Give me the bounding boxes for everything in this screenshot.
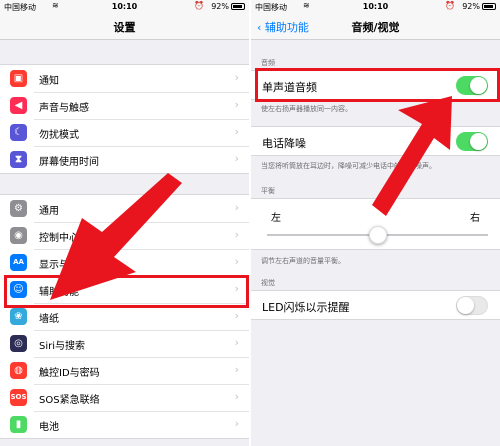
nav-bar: ‹ 辅助功能 音频/视觉: [251, 14, 500, 40]
chevron-right-icon: ›: [234, 309, 239, 322]
settings-item[interactable]: ⧗ 屏幕使用时间 ›: [0, 146, 249, 173]
led-flash-toggle[interactable]: [456, 296, 488, 315]
chevron-right-icon: ›: [234, 255, 239, 268]
toggles-icon: ◉: [10, 227, 27, 244]
nav-bar: 设置: [0, 14, 249, 40]
sos-icon: SOS: [10, 389, 27, 406]
chevron-right-icon: ›: [234, 152, 239, 165]
settings-item-label: 通知: [39, 76, 59, 87]
moon-icon: ☾: [10, 124, 27, 141]
section-header-balance: 平衡: [261, 187, 275, 195]
section-header-visual: 视觉: [261, 279, 275, 287]
fingerprint-icon: ◍: [10, 362, 27, 379]
phone-noise-row: 电话降噪: [251, 126, 500, 156]
settings-item[interactable]: ◎ Siri与搜索 ›: [0, 330, 249, 357]
settings-group-2: ⚙ 通用 › ◉ 控制中心 › AA 显示与亮度 › ☺ 辅助功能 › ❀ 墙纸 › ◎ Siri与搜索 › ◍ 触控…: [0, 194, 249, 439]
led-flash-label: LED闪烁以示提醒: [262, 301, 350, 314]
settings-item-label: 电池: [39, 422, 59, 433]
flower-icon: ❀: [10, 308, 27, 325]
settings-item[interactable]: SOS SOS紧急联络 ›: [0, 384, 249, 411]
phone-noise-label: 电话降噪: [262, 137, 306, 150]
battery-status-icon: [231, 3, 245, 10]
settings-item-label: 声音与触感: [39, 103, 89, 114]
settings-item-label: 显示与亮度: [39, 260, 89, 271]
settings-item-label: 墙纸: [39, 314, 59, 325]
mono-audio-note: 使左右扬声器播放同一内容。: [261, 105, 352, 113]
phone-noise-toggle[interactable]: [456, 132, 488, 151]
settings-item[interactable]: ◍ 触控ID与密码 ›: [0, 357, 249, 384]
mono-audio-highlight: [255, 68, 500, 102]
settings-item[interactable]: ▣ 通知 ›: [0, 65, 249, 92]
page-title: 音频/视觉: [351, 21, 400, 34]
battery-status-icon: [482, 3, 496, 10]
status-bar: 中国移动 ≋ 10:10 ⏰ 92%: [251, 0, 500, 14]
status-bar: 中国移动 ≋ 10:10 ⏰ 92%: [0, 0, 249, 14]
balance-control: 左 右: [251, 198, 500, 250]
text-size-icon: AA: [10, 254, 27, 271]
chevron-right-icon: ›: [234, 125, 239, 138]
accessibility-highlight: [4, 275, 249, 308]
settings-item[interactable]: ◀ 声音与触感 ›: [0, 92, 249, 119]
chevron-right-icon: ›: [234, 363, 239, 376]
toggle-knob: [457, 297, 474, 314]
chevron-right-icon: ›: [234, 228, 239, 241]
settings-screen: 中国移动 ≋ 10:10 ⏰ 92% 设置 ▣ 通知 › ◀ 声音与触感 › ☾ 勿扰模式 › ⧗…: [0, 0, 249, 446]
battery-percent: 92%: [211, 2, 229, 11]
bell-icon: ▣: [10, 70, 27, 87]
settings-item-label: SOS紧急联络: [39, 395, 100, 406]
battery-percent: 92%: [462, 2, 480, 11]
chevron-right-icon: ›: [234, 98, 239, 111]
hourglass-icon: ⧗: [10, 151, 27, 168]
settings-item-label: 控制中心: [39, 233, 79, 244]
siri-icon: ◎: [10, 335, 27, 352]
chevron-right-icon: ›: [234, 71, 239, 84]
audio-visual-screen: 中国移动 ≋ 10:10 ⏰ 92% ‹ 辅助功能 音频/视觉 音频 单声道音频…: [251, 0, 500, 446]
balance-left-label: 左: [271, 213, 281, 224]
gear-icon: ⚙: [10, 200, 27, 217]
section-header-audio: 音频: [261, 59, 275, 67]
settings-item-label: 勿扰模式: [39, 130, 79, 141]
settings-group-1: ▣ 通知 › ◀ 声音与触感 › ☾ 勿扰模式 › ⧗ 屏幕使用时间 ›: [0, 64, 249, 174]
toggle-knob: [470, 133, 487, 150]
alarm-icon: ⏰: [194, 1, 204, 10]
settings-item[interactable]: ◉ 控制中心 ›: [0, 222, 249, 249]
balance-note: 调节左右声道的音量平衡。: [261, 257, 345, 265]
speaker-icon: ◀: [10, 97, 27, 114]
chevron-right-icon: ›: [234, 336, 239, 349]
settings-item-label: 屏幕使用时间: [39, 157, 99, 168]
chevron-right-icon: ›: [234, 390, 239, 403]
settings-item[interactable]: ☾ 勿扰模式 ›: [0, 119, 249, 146]
chevron-right-icon: ›: [234, 417, 239, 430]
led-flash-row: LED闪烁以示提醒: [251, 290, 500, 320]
balance-right-label: 右: [470, 213, 480, 224]
balance-slider-thumb[interactable]: [368, 226, 387, 244]
settings-item[interactable]: ⚙ 通用 ›: [0, 195, 249, 222]
settings-item-label: 通用: [39, 206, 59, 217]
settings-item[interactable]: AA 显示与亮度 ›: [0, 249, 249, 276]
settings-item[interactable]: ▮ 电池 ›: [0, 411, 249, 438]
settings-item-label: Siri与搜索: [39, 341, 86, 352]
page-title: 设置: [113, 21, 136, 34]
alarm-icon: ⏰: [445, 1, 455, 10]
battery-icon: ▮: [10, 416, 27, 433]
chevron-right-icon: ›: [234, 201, 239, 214]
settings-item-label: 触控ID与密码: [39, 368, 100, 379]
phone-noise-note: 当您将听筒放在耳边时，降噪可减少电话中的环境噪声。: [261, 162, 436, 170]
